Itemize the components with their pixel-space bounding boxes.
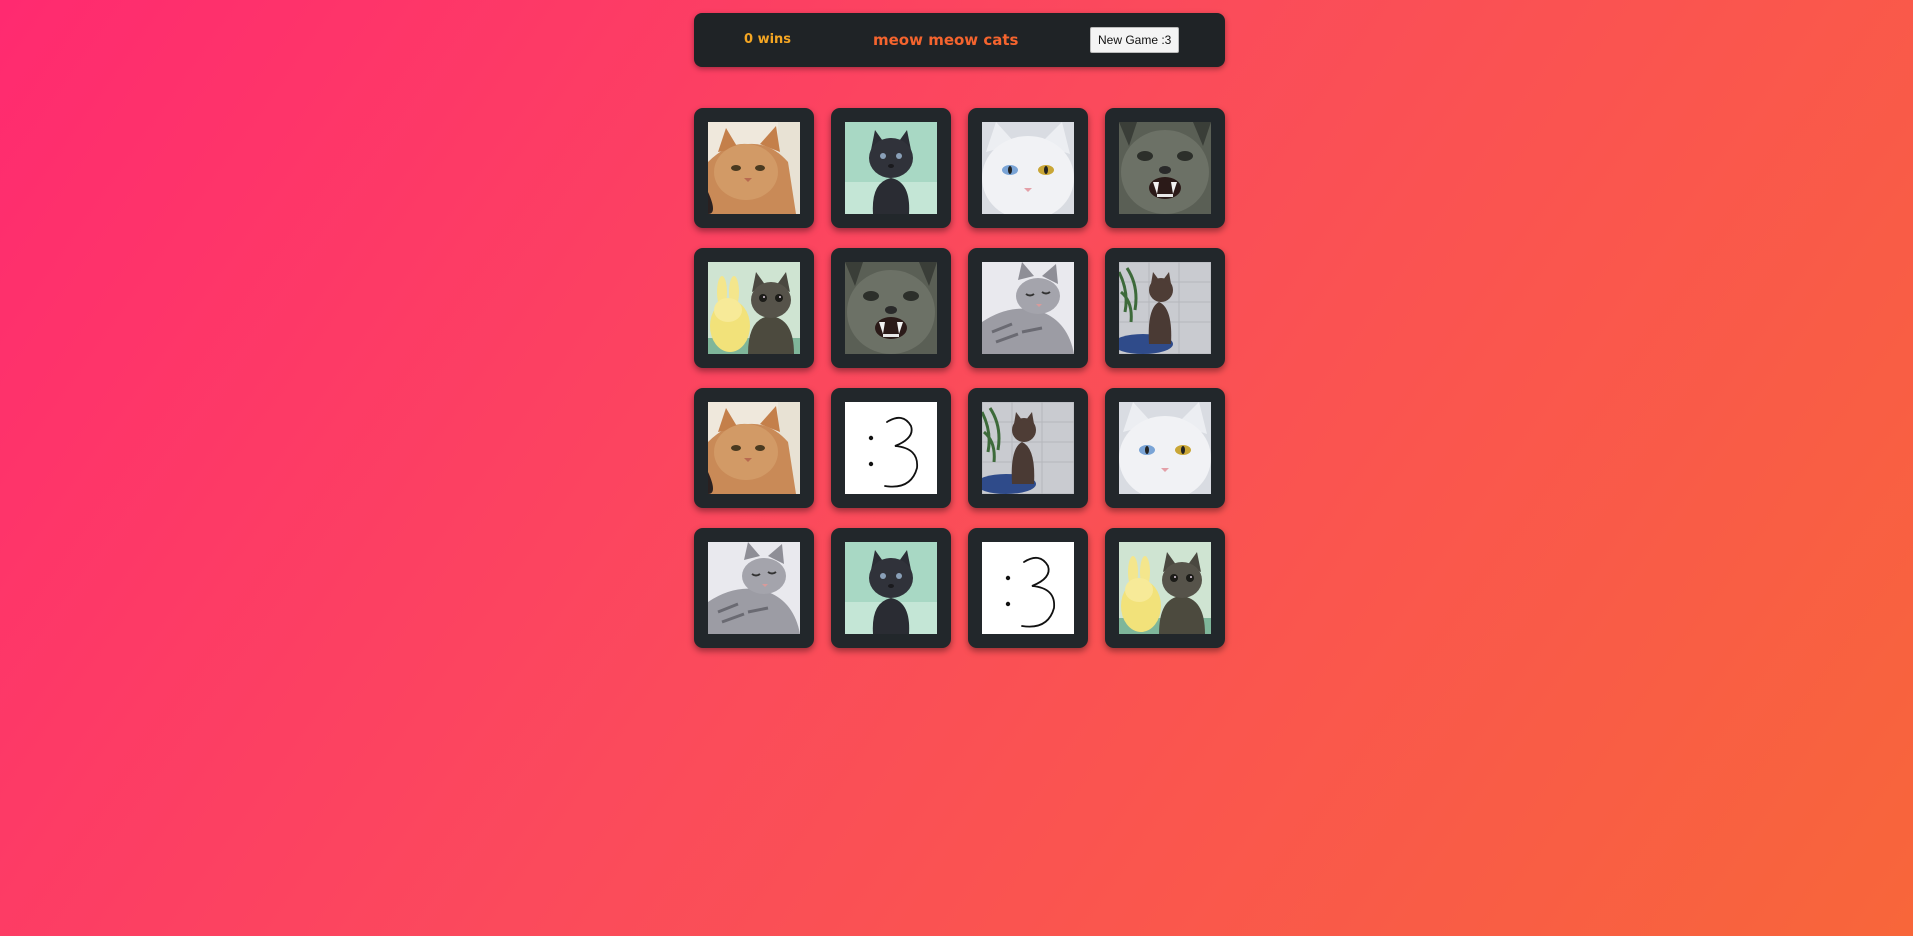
memory-card[interactable] <box>831 108 951 228</box>
memory-card[interactable] <box>968 528 1088 648</box>
cat-on-patio-image <box>1119 262 1211 354</box>
yawning-gray-cat-image <box>845 262 937 354</box>
memory-card[interactable] <box>968 388 1088 508</box>
memory-card[interactable] <box>968 108 1088 228</box>
cat-on-patio-image <box>982 402 1074 494</box>
memory-card[interactable] <box>831 528 951 648</box>
ginger-cat-image <box>708 402 800 494</box>
memory-card[interactable] <box>694 528 814 648</box>
tabby-kitten-with-plush-image <box>1119 542 1211 634</box>
game-header: 0 wins meow meow cats New Game :3 <box>694 13 1225 67</box>
memory-card[interactable] <box>694 248 814 368</box>
white-odd-eyed-cat-image <box>982 122 1074 214</box>
black-kitten-image <box>845 122 937 214</box>
memory-card[interactable] <box>831 388 951 508</box>
colon-three-face-image <box>845 402 937 494</box>
white-odd-eyed-cat-image <box>1119 402 1211 494</box>
yawning-gray-cat-image <box>1119 122 1211 214</box>
game-title: meow meow cats <box>873 31 1019 49</box>
sleepy-gray-tabby-image <box>708 542 800 634</box>
memory-card[interactable] <box>968 248 1088 368</box>
tabby-kitten-with-plush-image <box>708 262 800 354</box>
sleepy-gray-tabby-image <box>982 262 1074 354</box>
memory-card[interactable] <box>1105 248 1225 368</box>
black-kitten-image <box>845 542 937 634</box>
memory-card[interactable] <box>1105 108 1225 228</box>
memory-card[interactable] <box>831 248 951 368</box>
memory-card[interactable] <box>1105 388 1225 508</box>
wins-counter: 0 wins <box>744 32 792 47</box>
new-game-button[interactable]: New Game :3 <box>1090 27 1180 53</box>
memory-card[interactable] <box>694 108 814 228</box>
ginger-cat-image <box>708 122 800 214</box>
colon-three-face-image <box>982 542 1074 634</box>
memory-card[interactable] <box>694 388 814 508</box>
memory-card[interactable] <box>1105 528 1225 648</box>
